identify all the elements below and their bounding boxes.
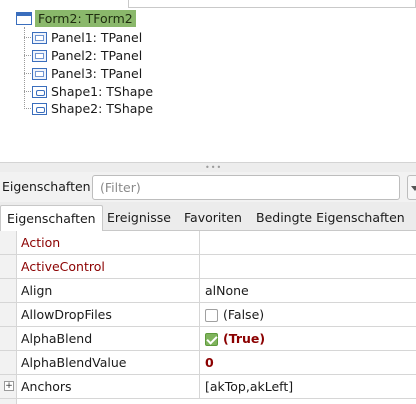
tab-ereignisse[interactable]: Ereignisse bbox=[101, 205, 177, 231]
form-icon bbox=[16, 12, 32, 25]
tree-node-label: Panel3: TPanel bbox=[51, 66, 143, 81]
checkbox-value-text: (False) bbox=[223, 307, 265, 322]
tree-node-label: Shape1: TShape bbox=[51, 84, 154, 99]
property-name: AlphaBlend bbox=[21, 327, 200, 351]
expand-plus-icon[interactable]: + bbox=[4, 381, 14, 391]
tree-node-form2[interactable]: Form2: TForm2 bbox=[16, 9, 136, 28]
tree-node-label: Panel1: TPanel bbox=[51, 30, 143, 45]
tree-node-panel3[interactable]: Panel3: TPanel bbox=[32, 64, 142, 83]
property-value[interactable]: 0 bbox=[205, 351, 214, 375]
tree-connector bbox=[24, 37, 31, 38]
panel-icon bbox=[32, 49, 47, 62]
tree-header-frame bbox=[128, 0, 416, 8]
property-value[interactable]: alNone bbox=[205, 279, 249, 303]
filter-bar: Eigenschaften bbox=[0, 172, 416, 202]
checkbox-unchecked[interactable] bbox=[205, 308, 218, 322]
property-name: Align bbox=[21, 279, 200, 303]
tree-node-label: Shape2: TShape bbox=[51, 101, 154, 116]
shape-icon bbox=[32, 85, 47, 98]
tree-node-panel1[interactable]: Panel1: TPanel bbox=[32, 28, 142, 47]
tree-connector bbox=[24, 27, 25, 107]
filter-dropdown-button[interactable] bbox=[407, 175, 416, 200]
tree-node-label: Form2: TForm2 bbox=[35, 10, 136, 27]
property-grid: Action ActiveControl Align alNone AllowD… bbox=[0, 231, 416, 404]
property-value-checkbox[interactable]: (True) bbox=[205, 327, 265, 351]
property-value[interactable]: [akTop,akLeft] bbox=[205, 375, 293, 399]
property-name: AlphaBlendValue bbox=[21, 351, 200, 375]
tree-connector bbox=[24, 55, 31, 56]
checkbox-value-text: (True) bbox=[223, 331, 266, 346]
filter-label: Eigenschaften bbox=[2, 179, 91, 194]
property-row-action[interactable]: Action bbox=[0, 231, 416, 255]
property-row-activecontrol[interactable]: ActiveControl bbox=[0, 255, 416, 279]
tree-connector bbox=[24, 73, 31, 74]
property-name: Anchors bbox=[21, 375, 200, 399]
property-name: AllowDropFiles bbox=[21, 303, 200, 327]
tree-node-shape2[interactable]: Shape2: TShape bbox=[32, 99, 153, 118]
filter-input[interactable] bbox=[92, 175, 400, 200]
tree-connector bbox=[24, 108, 31, 109]
panel-icon bbox=[32, 67, 47, 80]
property-row-align[interactable]: Align alNone bbox=[0, 279, 416, 303]
tree-node-panel2[interactable]: Panel2: TPanel bbox=[32, 46, 142, 65]
property-row-allowdropfiles[interactable]: AllowDropFiles (False) bbox=[0, 303, 416, 327]
property-row-anchors[interactable]: + Anchors [akTop,akLeft] bbox=[0, 375, 416, 399]
property-value-checkbox[interactable]: (False) bbox=[205, 303, 264, 327]
property-name: Action bbox=[21, 231, 200, 255]
tab-eigenschaften[interactable]: Eigenschaften bbox=[0, 205, 103, 232]
object-inspector-tabs: Eigenschaften Ereignisse Favoriten Bedin… bbox=[0, 202, 416, 232]
checkbox-checked[interactable] bbox=[205, 332, 218, 346]
property-name: ActiveControl bbox=[21, 255, 200, 279]
tab-bedingte-eigenschaften[interactable]: Bedingte Eigenschaften bbox=[250, 205, 411, 231]
tree-node-label: Panel2: TPanel bbox=[51, 48, 143, 63]
property-row-alphablend[interactable]: AlphaBlend (True) bbox=[0, 327, 416, 351]
tree-connector bbox=[24, 91, 31, 92]
splitter-handle[interactable]: ••• bbox=[0, 162, 416, 172]
panel-icon bbox=[32, 31, 47, 44]
property-row-alphablendvalue[interactable]: AlphaBlendValue 0 bbox=[0, 351, 416, 375]
tab-favoriten[interactable]: Favoriten bbox=[178, 205, 248, 231]
component-tree[interactable]: Form2: TForm2 Panel1: TPanel Panel2: TPa… bbox=[0, 0, 416, 162]
grip-dots-icon: ••• bbox=[205, 163, 223, 172]
shape-icon bbox=[32, 102, 47, 115]
